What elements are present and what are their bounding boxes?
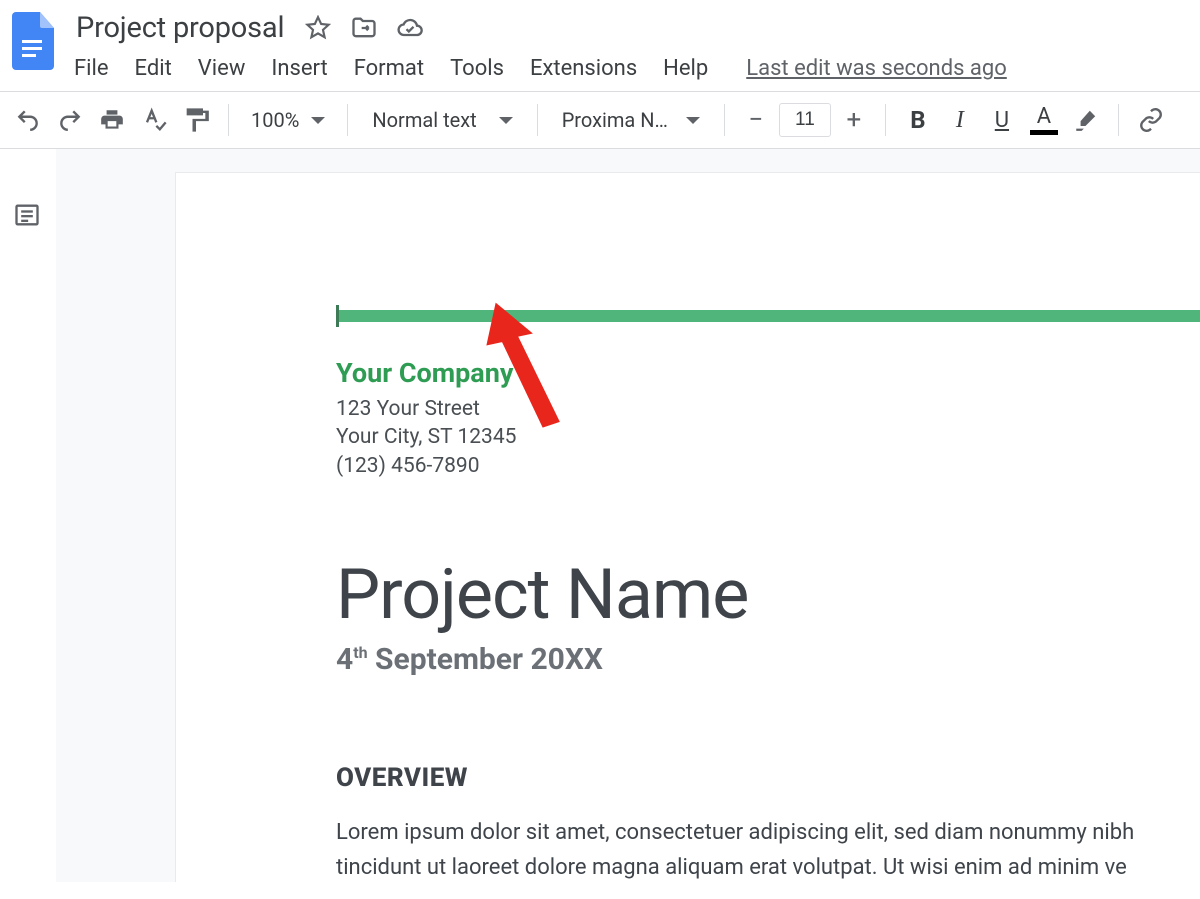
separator <box>724 104 725 136</box>
phone-number[interactable]: (123) 456-7890 <box>336 452 1200 480</box>
section-heading-overview[interactable]: OVERVIEW <box>336 763 1200 793</box>
bold-button[interactable]: B <box>900 100 936 140</box>
company-name[interactable]: Your Company <box>336 357 1200 389</box>
separator <box>228 104 229 136</box>
menu-edit[interactable]: Edit <box>135 56 172 81</box>
workspace: Your Company 123 Your Street Your City, … <box>0 149 1200 882</box>
italic-button[interactable]: I <box>942 100 978 140</box>
menu-file[interactable]: File <box>74 56 109 81</box>
body-paragraph[interactable]: Lorem ipsum dolor sit amet, consectetuer… <box>336 815 1200 882</box>
redo-button[interactable] <box>52 100 88 140</box>
document-title[interactable]: Project proposal <box>74 11 286 45</box>
cloud-status-icon[interactable] <box>396 14 424 42</box>
last-edit-link[interactable]: Last edit was seconds ago <box>746 56 1007 81</box>
document-page[interactable]: Your Company 123 Your Street Your City, … <box>176 173 1200 882</box>
app-header: Project proposal File Edit View Insert F… <box>0 0 1200 91</box>
font-size-increase-button[interactable]: + <box>837 105 871 135</box>
menu-view[interactable]: View <box>198 56 246 81</box>
menu-insert[interactable]: Insert <box>271 56 327 81</box>
zoom-value: 100% <box>251 108 299 132</box>
address-line-1[interactable]: 123 Your Street <box>336 395 1200 423</box>
menu-format[interactable]: Format <box>354 56 424 81</box>
font-size-input[interactable] <box>779 103 831 137</box>
print-button[interactable] <box>94 100 130 140</box>
menu-help[interactable]: Help <box>663 56 708 81</box>
undo-button[interactable] <box>10 100 46 140</box>
project-date[interactable]: 4th September 20XX <box>336 642 1200 677</box>
menu-bar: File Edit View Insert Format Tools Exten… <box>74 56 1007 91</box>
menu-tools[interactable]: Tools <box>450 56 504 81</box>
title-row: Project proposal <box>74 8 1007 48</box>
document-outline-button[interactable] <box>13 201 43 231</box>
move-icon[interactable] <box>350 14 378 42</box>
separator <box>885 104 886 136</box>
highlight-color-button[interactable] <box>1068 100 1104 140</box>
menu-extensions[interactable]: Extensions <box>530 56 637 81</box>
underline-button[interactable]: U <box>984 100 1020 140</box>
left-rail <box>0 149 56 882</box>
docs-logo-icon[interactable] <box>10 12 54 70</box>
address-line-2[interactable]: Your City, ST 12345 <box>336 423 1200 451</box>
font-size-decrease-button[interactable]: − <box>739 105 773 135</box>
toolbar: 100% Normal text Proxima N… − + B I U A <box>0 92 1200 149</box>
insert-link-button[interactable] <box>1133 100 1169 140</box>
header-accent-bar <box>336 305 1200 327</box>
star-icon[interactable] <box>304 14 332 42</box>
zoom-dropdown[interactable]: 100% <box>243 108 333 132</box>
font-family-label: Proxima N… <box>562 108 668 132</box>
text-color-button[interactable]: A <box>1026 100 1062 140</box>
caret-down-icon <box>499 117 513 124</box>
paragraph-style-dropdown[interactable]: Normal text <box>362 108 522 132</box>
font-family-dropdown[interactable]: Proxima N… <box>552 108 710 132</box>
spellcheck-button[interactable] <box>136 100 172 140</box>
paragraph-style-label: Normal text <box>372 108 476 132</box>
project-title[interactable]: Project Name <box>336 554 1200 636</box>
separator <box>537 104 538 136</box>
caret-down-icon <box>686 117 700 124</box>
separator <box>347 104 348 136</box>
caret-down-icon <box>311 117 325 124</box>
separator <box>1118 104 1119 136</box>
paint-format-button[interactable] <box>178 100 214 140</box>
canvas-area[interactable]: Your Company 123 Your Street Your City, … <box>56 149 1200 882</box>
font-size-control: − + <box>739 103 871 137</box>
